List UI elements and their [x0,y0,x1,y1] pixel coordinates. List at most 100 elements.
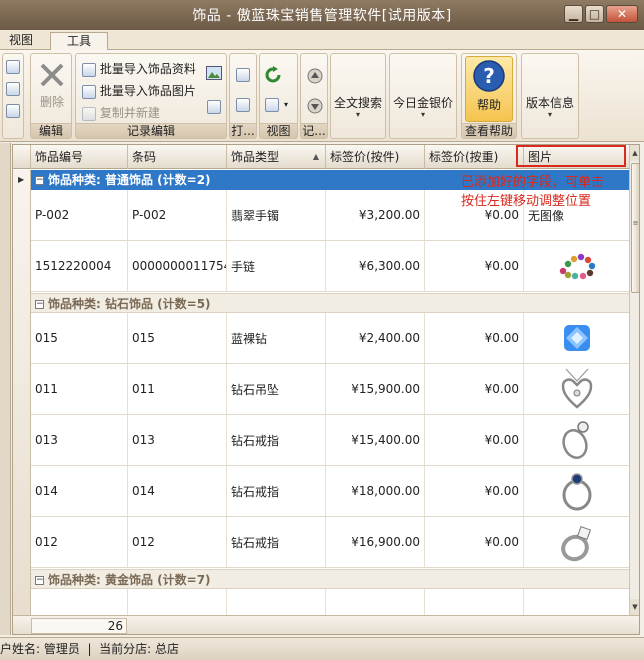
up-arrow-icon[interactable] [307,68,323,84]
layout-icon[interactable] [265,98,279,112]
preview-icon[interactable] [236,68,250,82]
col-header-type: 饰品类型 [231,150,280,164]
table-row[interactable]: 015 015 蓝裸钻 ¥2,400.00 ¥0.00 [31,313,629,364]
nav-pane-collapsed[interactable] [0,143,11,635]
heart-pendant-image [561,368,592,409]
collapse-icon[interactable]: − [35,300,44,309]
cell-type [227,589,326,615]
band-ring-image [560,525,591,562]
fulltext-dropdown-icon: ▾ [355,110,360,119]
gold-price-button[interactable]: 今日金银价 ▾ [390,94,456,119]
cell-type: 手链 [227,241,326,291]
tab-view[interactable]: 视图 [0,32,42,50]
grid-footer: 26 [13,615,639,634]
cell-price-piece: ¥15,400.00 [326,415,425,465]
ribbon-group-edit: 删除 编辑 [30,53,72,139]
group-label-record-edit: 记录编辑 [76,123,226,138]
cell-id: 012 [31,517,128,567]
cell-barcode: 011 [128,364,227,414]
cell-barcode: 013 [128,415,227,465]
group-row[interactable]: − 饰品种类: 黄金饰品 (计数=7) [31,569,629,589]
collapse-icon[interactable]: − [35,576,44,585]
import-data-label: 批量导入饰品资料 [99,62,196,76]
sort-asc-icon: ▲ [312,152,319,161]
column-hint: 已添加好的字段，可单击 按住左键移动调整位置 [461,173,604,211]
col-header-price-piece[interactable]: 标签价(按件) [326,145,425,169]
new-icon[interactable] [6,60,20,74]
grip-icon: ≡ [632,219,639,227]
grid-header: 饰品编号 条码 饰品类型 ▲ 标签价(按件) 标签价(按重) 图片 [13,145,629,169]
import-images-button[interactable]: 批量导入饰品图片 [82,82,196,99]
copy-icon[interactable] [6,82,20,96]
cell-price-piece: ¥3,200.00 [326,190,425,240]
cell-type: 蓝裸钻 [227,313,326,363]
cell-barcode: 015 [128,313,227,363]
jewelry-grid: 饰品编号 条码 饰品类型 ▲ 标签价(按件) 标签价(按重) 图片 ▶ − 饰品种… [12,144,640,635]
hint-line-2: 按住左键移动调整位置 [461,194,592,209]
header-indicator [13,145,31,169]
table-row[interactable] [31,589,629,615]
cell-id: 013 [31,415,128,465]
cell-price-weight: ¥0.00 [425,415,524,465]
cell-type: 钻石吊坠 [227,364,326,414]
version-info-button[interactable]: 版本信息 ▾ [522,94,578,119]
tab-tools[interactable]: 工具 [50,32,108,50]
import-images-icon [82,84,96,99]
copy-new-label: 复制并新建 [99,106,160,120]
fulltext-search-button[interactable]: 全文搜索 ▾ [331,94,385,119]
scroll-down-icon[interactable]: ▼ [630,599,639,615]
cell-price-piece: ¥2,400.00 [326,313,425,363]
minimize-button[interactable]: ▁ [564,5,583,23]
table-row[interactable]: 014 014 钻石戒指 ¥18,000.00 ¥0.00 [31,466,629,517]
ribbon-group-help: ? 帮助 查看帮助 [461,53,517,139]
minimize-icon: ▁ [568,7,579,21]
cell-image [524,241,629,291]
diamond-ring-image [561,421,589,459]
highlight-box [516,145,626,167]
menu-tab-bar: 视图 工具 [0,30,644,50]
layout-dropdown-icon[interactable]: ▾ [284,100,288,109]
col-header-price-weight[interactable]: 标签价(按重) [425,145,524,169]
cell-price-weight: ¥0.00 [425,517,524,567]
cell-id: 014 [31,466,128,516]
cell-image [524,415,629,465]
group-label-view: 视图 [260,123,297,138]
down-arrow-icon[interactable] [307,98,323,114]
hint-line-1: 已添加好的字段，可单击 [461,175,605,190]
vertical-scrollbar[interactable]: ▲ ≡ ▼ [629,145,639,615]
col-header-id[interactable]: 饰品编号 [31,145,128,169]
help-button[interactable]: ? 帮助 [465,56,513,122]
maximize-icon: □ [588,7,601,21]
delete-button[interactable]: 删除 [35,60,69,110]
cell-type: 钻石戒指 [227,415,326,465]
collapse-icon[interactable]: − [35,176,44,185]
table-icon[interactable] [207,100,221,114]
group-label: 饰品种类: 钻石饰品 (计数=5) [48,297,211,311]
scroll-up-icon[interactable]: ▲ [630,145,639,161]
col-header-barcode[interactable]: 条码 [128,145,227,169]
import-images-label: 批量导入饰品图片 [99,84,196,98]
print-icon[interactable] [236,98,250,112]
table-row[interactable]: 1512220004 0000000011754 手链 ¥6,300.00 ¥0… [31,241,629,292]
col-header-type-wrap[interactable]: 饰品类型 ▲ [227,145,326,169]
copy-new-button[interactable]: 复制并新建 [82,104,160,121]
close-button[interactable]: ✕ [606,5,638,23]
cell-price-piece: ¥16,900.00 [326,517,425,567]
group-row[interactable]: − 饰品种类: 钻石饰品 (计数=5) [31,293,629,313]
maximize-button[interactable]: □ [585,5,604,23]
table-row[interactable]: 012 012 钻石戒指 ¥16,900.00 ¥0.00 [31,517,629,568]
import-data-button[interactable]: 批量导入饰品资料 [82,60,196,77]
table-row[interactable]: 011 011 钻石吊坠 ¥15,900.00 ¥0.00 [31,364,629,415]
cell-image [524,364,629,414]
group-label: 饰品种类: 普通饰品 (计数=2) [48,173,211,187]
paste-icon[interactable] [6,104,20,118]
blue-diamond-image [563,325,590,351]
cell-type: 翡翠手镯 [227,190,326,240]
image-icon[interactable] [206,66,222,80]
close-icon: ✕ [616,7,628,21]
refresh-icon[interactable] [264,66,282,84]
cell-price-piece: ¥15,900.00 [326,364,425,414]
cell-price-piece [326,589,425,615]
scroll-thumb[interactable]: ≡ [631,163,639,293]
table-row[interactable]: 013 013 钻石戒指 ¥15,400.00 ¥0.00 [31,415,629,466]
